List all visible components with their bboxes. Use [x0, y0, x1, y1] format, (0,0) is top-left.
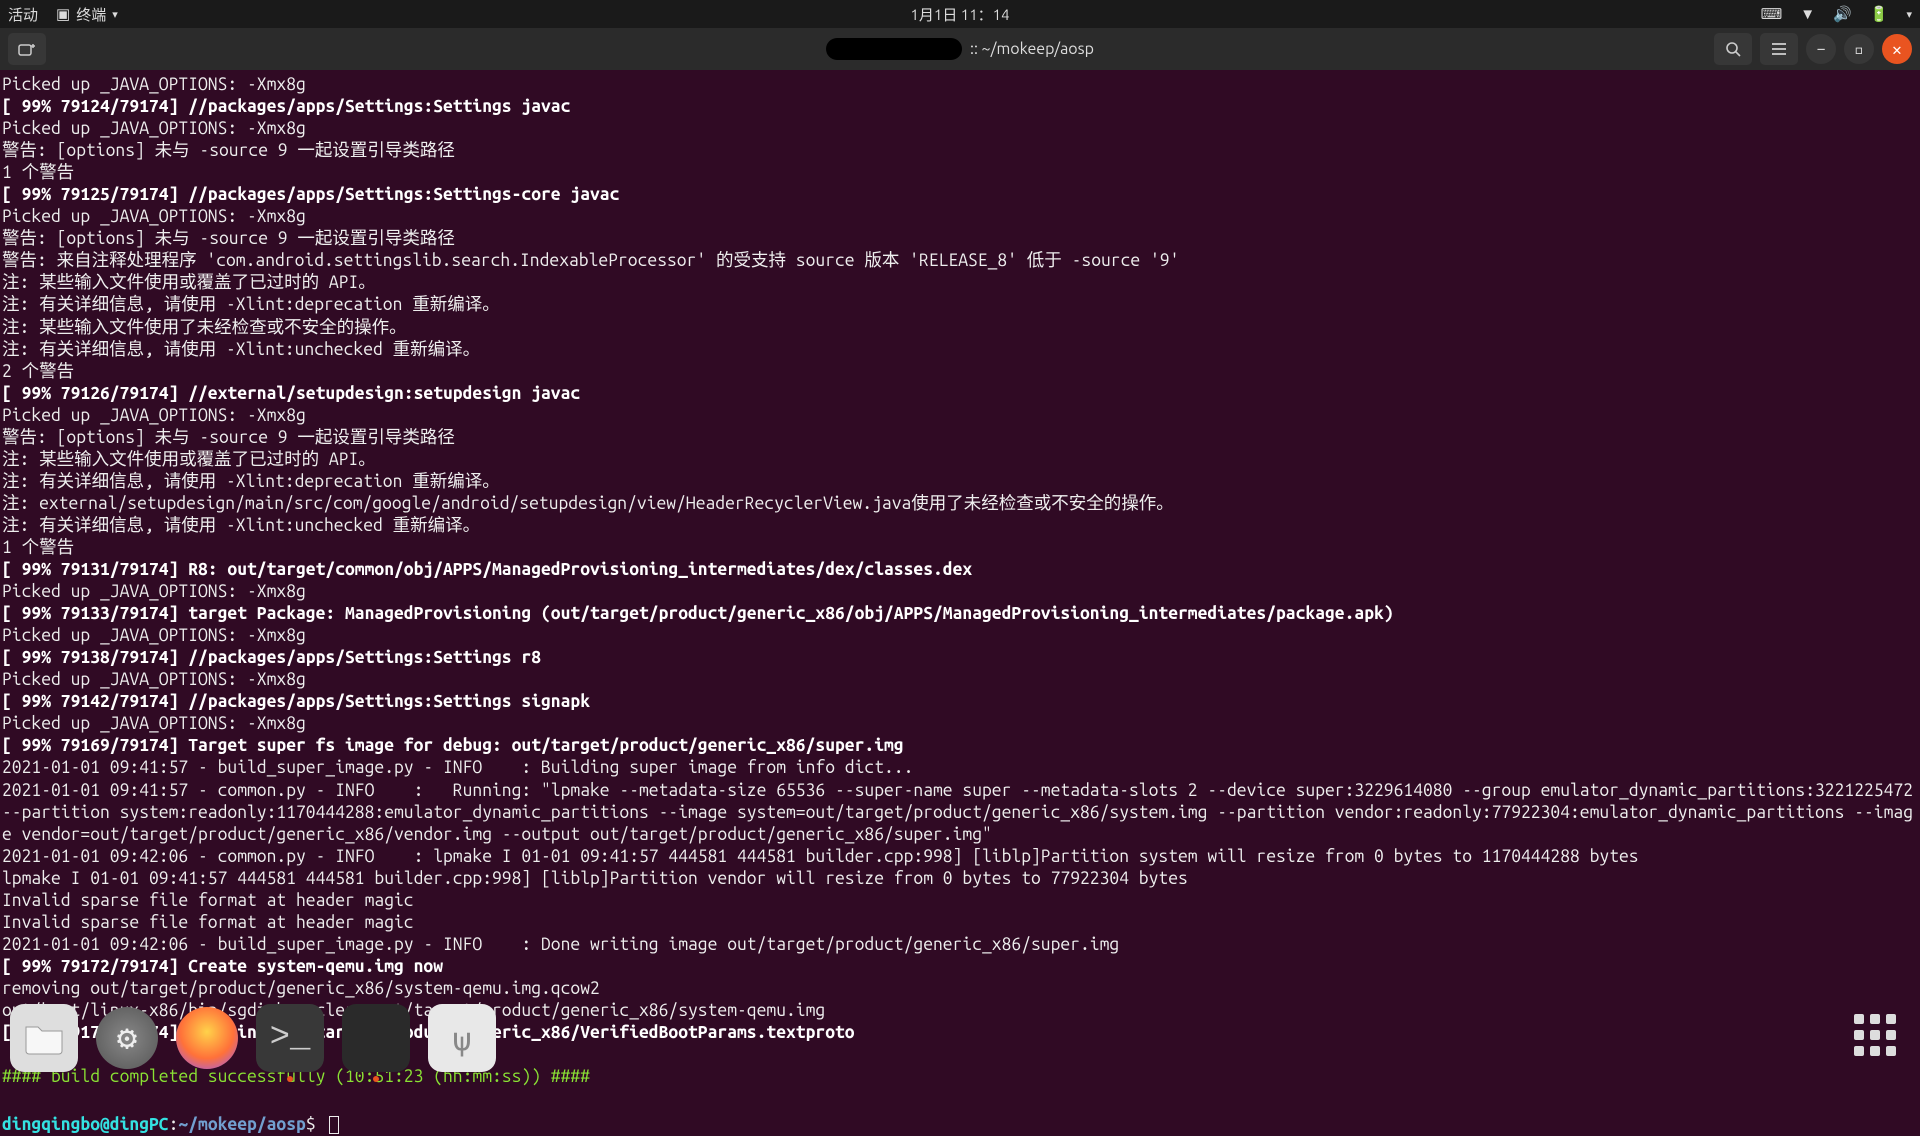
terminal-line: [ 99% 79172/79174] Create system-qemu.im… — [2, 956, 1918, 978]
terminal-line: [ 99% 79124/79174] //packages/apps/Setti… — [2, 96, 1918, 118]
terminal-line: 注: 某些输入文件使用或覆盖了已过时的 API。 — [2, 449, 1918, 471]
dock-item-usb[interactable]: ψ — [428, 1004, 496, 1072]
clock[interactable]: 1月1日 11：14 — [910, 4, 1009, 25]
window-titlebar: :: ~/mokeep/aosp − ▫ ✕ — [0, 28, 1920, 70]
search-button[interactable] — [1714, 33, 1752, 65]
system-monitor-icon — [356, 1022, 396, 1054]
dock-item-system-monitor[interactable] — [342, 1004, 410, 1072]
terminal-line: removing out/target/product/generic_x86/… — [2, 978, 1918, 1000]
hamburger-icon — [1771, 42, 1787, 56]
tab-plus-icon — [18, 42, 36, 56]
terminal-line: 注: 有关详细信息, 请使用 -Xlint:deprecation 重新编译。 — [2, 294, 1918, 316]
new-tab-button[interactable] — [8, 33, 46, 65]
terminal-line: Picked up _JAVA_OPTIONS: -Xmx8g — [2, 713, 1918, 735]
terminal-line: Invalid sparse file format at header mag… — [2, 890, 1918, 912]
terminal-line: [ 99% 79126/79174] //external/setupdesig… — [2, 383, 1918, 405]
hamburger-menu-button[interactable] — [1760, 33, 1798, 65]
terminal-line: 注: 有关详细信息, 请使用 -Xlint:deprecation 重新编译。 — [2, 471, 1918, 493]
terminal-line: Picked up _JAVA_OPTIONS: -Xmx8g — [2, 74, 1918, 96]
terminal-line: 2021-01-01 09:42:06 - build_super_image.… — [2, 934, 1918, 956]
wifi-icon[interactable]: ▼ — [1800, 5, 1815, 23]
usb-icon: ψ — [452, 1019, 471, 1057]
dock-item-files[interactable] — [10, 1004, 78, 1072]
keyboard-indicator-icon[interactable]: ⌨ — [1761, 5, 1783, 23]
app-menu-label: 终端 — [76, 4, 106, 25]
terminal-line: 警告: [options] 未与 -source 9 一起设置引导类路径 — [2, 228, 1918, 250]
close-button[interactable]: ✕ — [1882, 34, 1912, 64]
prompt-symbol: $ — [306, 1115, 326, 1134]
terminal-line: 1 个警告 — [2, 537, 1918, 559]
dock: ⚙ >_ ψ — [10, 1004, 496, 1072]
prompt-cwd: ~/mokeep/aosp — [178, 1115, 305, 1134]
system-topbar: 活动 ▣ 终端 ▾ 1月1日 11：14 ⌨ ▼ 🔊 🔋 ▾ — [0, 0, 1920, 28]
title-redacted — [826, 38, 962, 60]
battery-icon[interactable]: 🔋 — [1870, 5, 1889, 23]
terminal-line: [ 99% 79133/79174] target Package: Manag… — [2, 603, 1918, 625]
search-icon — [1725, 41, 1741, 57]
terminal-line: Picked up _JAVA_OPTIONS: -Xmx8g — [2, 625, 1918, 647]
dock-item-settings[interactable]: ⚙ — [96, 1007, 158, 1069]
terminal-line: Picked up _JAVA_OPTIONS: -Xmx8g — [2, 118, 1918, 140]
terminal-line: Picked up _JAVA_OPTIONS: -Xmx8g — [2, 405, 1918, 427]
terminal-line: 警告: [options] 未与 -source 9 一起设置引导类路径 — [2, 427, 1918, 449]
terminal-line: Picked up _JAVA_OPTIONS: -Xmx8g — [2, 669, 1918, 691]
terminal-icon: ▣ — [56, 5, 70, 23]
terminal-line: 警告: 来自注释处理程序 'com.android.settingslib.se… — [2, 250, 1918, 272]
chevron-down-icon: ▾ — [112, 8, 118, 21]
app-menu[interactable]: ▣ 终端 ▾ — [56, 4, 118, 25]
folder-icon — [24, 1021, 64, 1055]
terminal-line: 注: external/setupdesign/main/src/com/goo… — [2, 493, 1918, 515]
terminal-line: [ 99% 79125/79174] //packages/apps/Setti… — [2, 184, 1918, 206]
terminal-line: 注: 某些输入文件使用或覆盖了已过时的 API。 — [2, 272, 1918, 294]
window-title: :: ~/mokeep/aosp — [826, 38, 1094, 60]
minimize-button[interactable]: − — [1806, 34, 1836, 64]
prompt-sep: : — [169, 1115, 179, 1134]
terminal-line: [ 99% 79169/79174] Target super fs image… — [2, 735, 1918, 757]
terminal-line: 注: 有关详细信息, 请使用 -Xlint:unchecked 重新编译。 — [2, 339, 1918, 361]
terminal-line: [ 99% 79142/79174] //packages/apps/Setti… — [2, 691, 1918, 713]
terminal-line: [ 99% 79131/79174] R8: out/target/common… — [2, 559, 1918, 581]
activities-button[interactable]: 活动 — [8, 4, 38, 25]
volume-icon[interactable]: 🔊 — [1833, 5, 1852, 23]
terminal-line: Picked up _JAVA_OPTIONS: -Xmx8g — [2, 581, 1918, 603]
terminal-line: 注: 某些输入文件使用了未经检查或不安全的操作。 — [2, 317, 1918, 339]
terminal-icon: >_ — [270, 1019, 311, 1057]
terminal-line: 2021-01-01 09:41:57 - build_super_image.… — [2, 757, 1918, 779]
terminal-line: [ 99% 79138/79174] //packages/apps/Setti… — [2, 647, 1918, 669]
terminal-line: lpmake I 01-01 09:41:57 444581 444581 bu… — [2, 868, 1918, 890]
terminal-line: 2021-01-01 09:41:57 - common.py - INFO :… — [2, 780, 1918, 846]
cursor — [329, 1116, 339, 1134]
terminal-line: Picked up _JAVA_OPTIONS: -Xmx8g — [2, 206, 1918, 228]
show-applications-button[interactable] — [1854, 1014, 1896, 1056]
dock-item-terminal[interactable]: >_ — [256, 1004, 324, 1072]
maximize-button[interactable]: ▫ — [1844, 34, 1874, 64]
terminal-line: 注: 有关详细信息, 请使用 -Xlint:unchecked 重新编译。 — [2, 515, 1918, 537]
terminal-line: 警告: [options] 未与 -source 9 一起设置引导类路径 — [2, 140, 1918, 162]
gear-icon: ⚙ — [117, 1018, 137, 1058]
title-path: :: ~/mokeep/aosp — [970, 40, 1094, 58]
prompt-userhost: dingqingbo@dingPC — [2, 1115, 169, 1134]
terminal-line: 2 个警告 — [2, 361, 1918, 383]
dock-item-firefox[interactable] — [176, 1007, 238, 1069]
chevron-down-icon[interactable]: ▾ — [1906, 8, 1912, 21]
terminal-output[interactable]: Picked up _JAVA_OPTIONS: -Xmx8g[ 99% 791… — [0, 70, 1920, 1136]
terminal-line: Invalid sparse file format at header mag… — [2, 912, 1918, 934]
terminal-line: 1 个警告 — [2, 162, 1918, 184]
terminal-line: 2021-01-01 09:42:06 - common.py - INFO :… — [2, 846, 1918, 868]
prompt-line[interactable]: dingqingbo@dingPC:~/mokeep/aosp$ — [2, 1114, 1918, 1136]
